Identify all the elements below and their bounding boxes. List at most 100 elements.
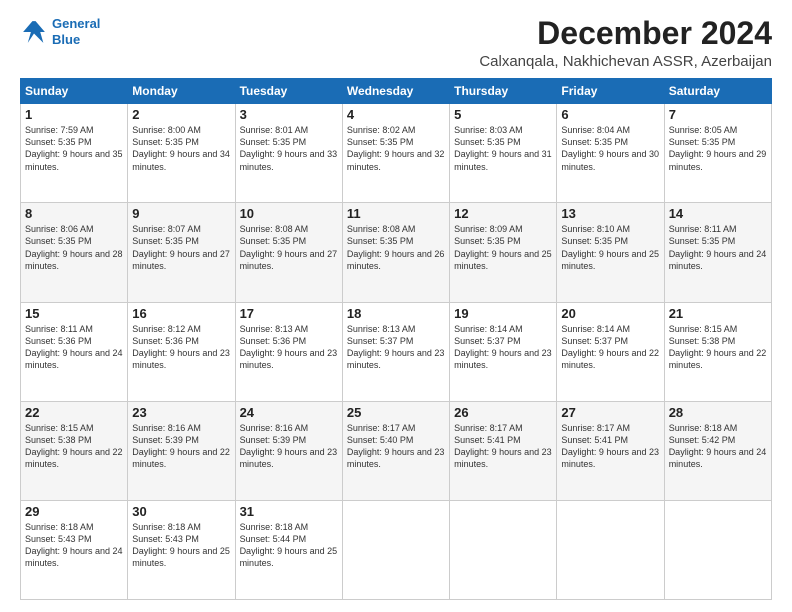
col-header-saturday: Saturday: [664, 79, 771, 104]
table-row: 2 Sunrise: 8:00 AMSunset: 5:35 PMDaylight…: [128, 104, 235, 203]
day-number: 5: [454, 107, 552, 122]
col-header-thursday: Thursday: [450, 79, 557, 104]
cell-text: Sunrise: 8:17 AMSunset: 5:41 PMDaylight:…: [454, 423, 552, 469]
cell-text: Sunrise: 8:09 AMSunset: 5:35 PMDaylight:…: [454, 224, 552, 270]
table-row: 24 Sunrise: 8:16 AMSunset: 5:39 PMDayligh…: [235, 401, 342, 500]
table-row: 29Sunrise: 8:18 AMSunset: 5:43 PMDayligh…: [21, 500, 128, 599]
day-number: 2: [132, 107, 230, 122]
cell-text: Sunrise: 8:12 AMSunset: 5:36 PMDaylight:…: [132, 324, 230, 370]
cell-text: Sunrise: 8:15 AMSunset: 5:38 PMDaylight:…: [25, 423, 123, 469]
table-row: 21Sunrise: 8:15 AMSunset: 5:38 PMDayligh…: [664, 302, 771, 401]
day-number: 12: [454, 206, 552, 221]
cell-text: Sunrise: 8:07 AMSunset: 5:35 PMDaylight:…: [132, 224, 230, 270]
cell-text: Sunrise: 8:02 AMSunset: 5:35 PMDaylight:…: [347, 125, 445, 171]
day-number: 4: [347, 107, 445, 122]
day-number: 19: [454, 306, 552, 321]
day-number: 9: [132, 206, 230, 221]
table-row: 15Sunrise: 8:11 AMSunset: 5:36 PMDayligh…: [21, 302, 128, 401]
cell-text: Sunrise: 8:10 AMSunset: 5:35 PMDaylight:…: [561, 224, 659, 270]
calendar-week-3: 22 Sunrise: 8:15 AMSunset: 5:38 PMDayligh…: [21, 401, 772, 500]
table-row: 4 Sunrise: 8:02 AMSunset: 5:35 PMDaylight…: [342, 104, 449, 203]
table-row: 6Sunrise: 8:04 AMSunset: 5:35 PMDaylight…: [557, 104, 664, 203]
day-number: 25: [347, 405, 445, 420]
logo-line2: Blue: [52, 32, 80, 47]
table-row: 25 Sunrise: 8:17 AMSunset: 5:40 PMDayligh…: [342, 401, 449, 500]
cell-text: Sunrise: 8:13 AMSunset: 5:37 PMDaylight:…: [347, 324, 445, 370]
logo-icon: [20, 18, 48, 46]
table-row: 23 Sunrise: 8:16 AMSunset: 5:39 PMDayligh…: [128, 401, 235, 500]
cell-text: Sunrise: 8:14 AMSunset: 5:37 PMDaylight:…: [561, 324, 659, 370]
day-number: 14: [669, 206, 767, 221]
day-number: 15: [25, 306, 123, 321]
table-row: 20Sunrise: 8:14 AMSunset: 5:37 PMDayligh…: [557, 302, 664, 401]
table-row: [450, 500, 557, 599]
calendar-week-0: 1 Sunrise: 7:59 AMSunset: 5:35 PMDaylight…: [21, 104, 772, 203]
col-header-friday: Friday: [557, 79, 664, 104]
table-row: 10Sunrise: 8:08 AMSunset: 5:35 PMDayligh…: [235, 203, 342, 302]
cell-text: Sunrise: 8:18 AMSunset: 5:42 PMDaylight:…: [669, 423, 767, 469]
cell-text: Sunrise: 8:11 AMSunset: 5:35 PMDaylight:…: [669, 224, 767, 270]
table-row: [342, 500, 449, 599]
subtitle: Calxanqala, Nakhichevan ASSR, Azerbaijan: [479, 53, 772, 70]
cell-text: Sunrise: 8:16 AMSunset: 5:39 PMDaylight:…: [240, 423, 338, 469]
day-number: 8: [25, 206, 123, 221]
calendar-table: SundayMondayTuesdayWednesdayThursdayFrid…: [20, 78, 772, 600]
table-row: 17Sunrise: 8:13 AMSunset: 5:36 PMDayligh…: [235, 302, 342, 401]
table-row: 14 Sunrise: 8:11 AMSunset: 5:35 PMDayligh…: [664, 203, 771, 302]
table-row: 5 Sunrise: 8:03 AMSunset: 5:35 PMDaylight…: [450, 104, 557, 203]
table-row: 28Sunrise: 8:18 AMSunset: 5:42 PMDayligh…: [664, 401, 771, 500]
cell-text: Sunrise: 8:01 AMSunset: 5:35 PMDaylight:…: [240, 125, 338, 171]
cell-text: Sunrise: 8:00 AMSunset: 5:35 PMDaylight:…: [132, 125, 230, 171]
logo-text: General Blue: [52, 16, 100, 47]
header: General Blue December 2024 Calxanqala, N…: [20, 16, 772, 70]
day-number: 24: [240, 405, 338, 420]
page: General Blue December 2024 Calxanqala, N…: [0, 0, 792, 612]
table-row: 9 Sunrise: 8:07 AMSunset: 5:35 PMDaylight…: [128, 203, 235, 302]
day-number: 22: [25, 405, 123, 420]
table-row: 3Sunrise: 8:01 AMSunset: 5:35 PMDaylight…: [235, 104, 342, 203]
day-number: 31: [240, 504, 338, 519]
table-row: 18Sunrise: 8:13 AMSunset: 5:37 PMDayligh…: [342, 302, 449, 401]
day-number: 27: [561, 405, 659, 420]
day-number: 23: [132, 405, 230, 420]
cell-text: Sunrise: 8:17 AMSunset: 5:40 PMDaylight:…: [347, 423, 445, 469]
cell-text: Sunrise: 8:17 AMSunset: 5:41 PMDaylight:…: [561, 423, 659, 469]
table-row: 13 Sunrise: 8:10 AMSunset: 5:35 PMDayligh…: [557, 203, 664, 302]
table-row: 19 Sunrise: 8:14 AMSunset: 5:37 PMDayligh…: [450, 302, 557, 401]
day-number: 26: [454, 405, 552, 420]
col-header-sunday: Sunday: [21, 79, 128, 104]
col-header-wednesday: Wednesday: [342, 79, 449, 104]
cell-text: Sunrise: 8:13 AMSunset: 5:36 PMDaylight:…: [240, 324, 338, 370]
table-row: [664, 500, 771, 599]
day-number: 1: [25, 107, 123, 122]
calendar-week-1: 8 Sunrise: 8:06 AMSunset: 5:35 PMDaylight…: [21, 203, 772, 302]
calendar-week-4: 29Sunrise: 8:18 AMSunset: 5:43 PMDayligh…: [21, 500, 772, 599]
table-row: 11 Sunrise: 8:08 AMSunset: 5:35 PMDayligh…: [342, 203, 449, 302]
table-row: 31Sunrise: 8:18 AMSunset: 5:44 PMDayligh…: [235, 500, 342, 599]
table-row: 27 Sunrise: 8:17 AMSunset: 5:41 PMDayligh…: [557, 401, 664, 500]
cell-text: Sunrise: 8:03 AMSunset: 5:35 PMDaylight:…: [454, 125, 552, 171]
main-title: December 2024: [479, 16, 772, 51]
logo: General Blue: [20, 16, 100, 47]
logo-line1: General: [52, 16, 100, 31]
col-header-tuesday: Tuesday: [235, 79, 342, 104]
cell-text: Sunrise: 8:16 AMSunset: 5:39 PMDaylight:…: [132, 423, 230, 469]
cell-text: Sunrise: 8:14 AMSunset: 5:37 PMDaylight:…: [454, 324, 552, 370]
table-row: 1 Sunrise: 7:59 AMSunset: 5:35 PMDaylight…: [21, 104, 128, 203]
day-number: 16: [132, 306, 230, 321]
table-row: 7 Sunrise: 8:05 AMSunset: 5:35 PMDaylight…: [664, 104, 771, 203]
cell-text: Sunrise: 8:15 AMSunset: 5:38 PMDaylight:…: [669, 324, 767, 370]
day-number: 6: [561, 107, 659, 122]
col-header-monday: Monday: [128, 79, 235, 104]
cell-text: Sunrise: 8:06 AMSunset: 5:35 PMDaylight:…: [25, 224, 123, 270]
cell-text: Sunrise: 8:08 AMSunset: 5:35 PMDaylight:…: [347, 224, 445, 270]
cell-text: Sunrise: 8:05 AMSunset: 5:35 PMDaylight:…: [669, 125, 767, 171]
day-number: 10: [240, 206, 338, 221]
table-row: 8 Sunrise: 8:06 AMSunset: 5:35 PMDaylight…: [21, 203, 128, 302]
title-area: December 2024 Calxanqala, Nakhichevan AS…: [479, 16, 772, 70]
day-number: 11: [347, 206, 445, 221]
cell-text: Sunrise: 7:59 AMSunset: 5:35 PMDaylight:…: [25, 125, 123, 171]
cell-text: Sunrise: 8:18 AMSunset: 5:43 PMDaylight:…: [25, 522, 123, 568]
day-number: 13: [561, 206, 659, 221]
day-number: 7: [669, 107, 767, 122]
